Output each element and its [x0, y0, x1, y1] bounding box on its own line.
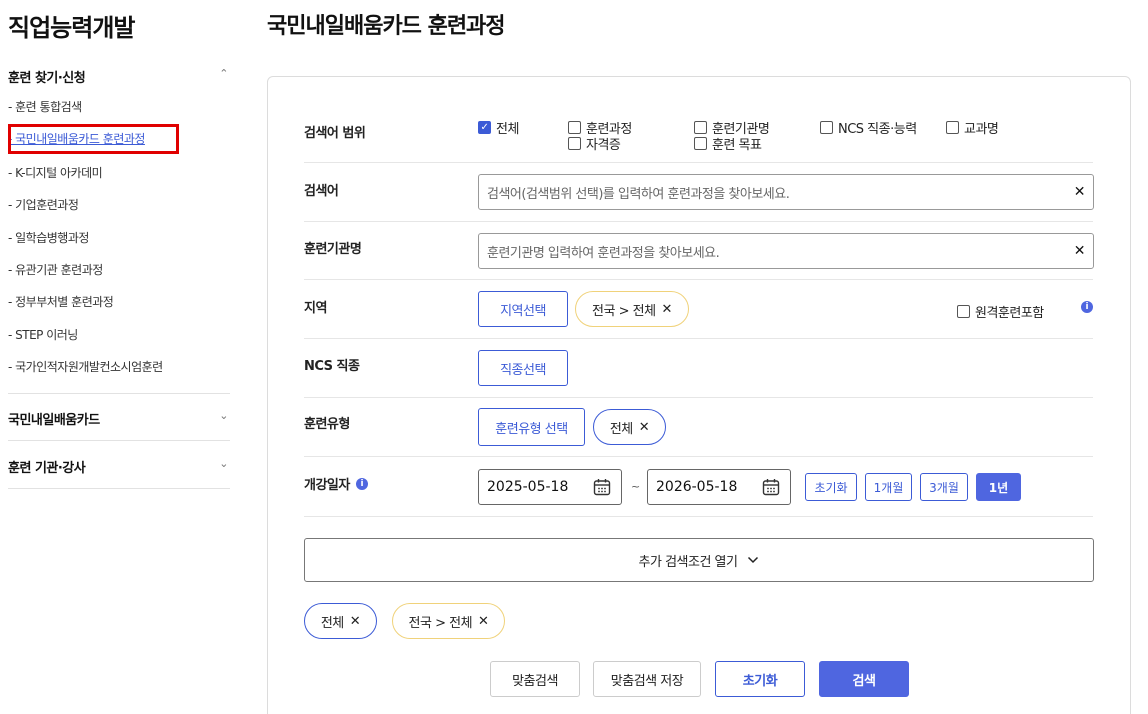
- page-title: 국민내일배움카드 훈련과정: [267, 14, 506, 39]
- type-select-button[interactable]: 훈련유형 선택: [478, 408, 585, 446]
- close-icon[interactable]: ✕: [639, 420, 650, 435]
- keyword-input[interactable]: 검색어(검색범위 선택)를 입력하여 훈련과정을 찾아보세요. ✕: [478, 174, 1094, 210]
- scope-option-label: 훈련 목표: [712, 138, 762, 153]
- row-divider: [304, 162, 1093, 163]
- period-reset-button[interactable]: 초기화: [805, 473, 857, 501]
- region-select-button[interactable]: 지역선택: [478, 291, 568, 327]
- clear-icon[interactable]: ✕: [1074, 243, 1086, 259]
- checkbox-icon: [568, 137, 581, 150]
- selected-chip-type[interactable]: 전체 ✕: [304, 603, 377, 639]
- sidebar-item-step[interactable]: - STEP 이러닝: [8, 326, 78, 343]
- sidebar-item-work-study[interactable]: - 일학습병행과정: [8, 229, 89, 246]
- info-icon[interactable]: i: [355, 477, 368, 490]
- sidebar-item-k-digital[interactable]: - K-디지털 아카데미: [8, 164, 103, 181]
- sidebar-item-integrated-search[interactable]: - 훈련 통합검색: [8, 98, 82, 115]
- sidebar-section-label: 훈련 찾기·신청: [8, 71, 86, 86]
- type-chip[interactable]: 전체 ✕: [593, 409, 666, 445]
- highlight-box: [8, 124, 179, 154]
- checkbox-icon: [694, 137, 707, 150]
- checkbox-icon: [568, 121, 581, 134]
- row-divider: [304, 338, 1093, 339]
- checkbox-icon: [694, 121, 707, 134]
- custom-search-button[interactable]: 맞춤검색: [490, 661, 580, 697]
- calendar-icon[interactable]: [593, 478, 611, 496]
- institution-label: 훈련기관명: [304, 242, 362, 257]
- sidebar-item-ministry[interactable]: - 정부부처별 훈련과정: [8, 293, 114, 310]
- scope-option-label: 교과명: [964, 122, 999, 137]
- sidebar-divider: [8, 440, 230, 441]
- sidebar-section-institution[interactable]: 훈련 기관·강사 ⌄: [8, 457, 230, 476]
- scope-checkbox-goal[interactable]: 훈련 목표: [694, 134, 762, 153]
- institution-input[interactable]: 훈련기관명 입력하여 훈련과정을 찾아보세요. ✕: [478, 233, 1094, 269]
- reset-button[interactable]: 초기화: [715, 661, 805, 697]
- scope-option-label: 전체: [496, 122, 519, 137]
- period-1year-button[interactable]: 1년: [976, 473, 1021, 501]
- chevron-down-icon: ⌄: [219, 409, 228, 422]
- more-conditions-label: 추가 검색조건 열기: [638, 554, 738, 570]
- period-3month-button[interactable]: 3개월: [920, 473, 968, 501]
- chevron-down-icon: ⌄: [219, 457, 228, 470]
- scope-checkbox-subject[interactable]: 교과명: [946, 118, 999, 137]
- checkbox-icon: [957, 305, 970, 318]
- row-divider: [304, 516, 1093, 517]
- sidebar-section-training-search[interactable]: 훈련 찾기·신청 ⌃: [8, 67, 230, 86]
- scope-option-label: 자격증: [586, 138, 621, 153]
- sidebar-item-related-org[interactable]: - 유관기관 훈련과정: [8, 261, 103, 278]
- sidebar-title: 직업능력개발: [8, 14, 135, 42]
- calendar-icon[interactable]: [762, 478, 780, 496]
- chevron-up-icon: ⌃: [219, 67, 228, 80]
- close-icon[interactable]: ✕: [350, 614, 361, 629]
- row-divider: [304, 456, 1093, 457]
- date-end-input[interactable]: 2026-05-18: [647, 469, 791, 505]
- date-end-value: 2026-05-18: [656, 479, 738, 495]
- date-label-row: 개강일자 i: [304, 474, 368, 493]
- scope-checkbox-ncs[interactable]: NCS 직종·능력: [820, 118, 917, 137]
- sidebar-section-label: 국민내일배움카드: [8, 413, 100, 428]
- remote-checkbox[interactable]: 원격훈련포함: [957, 302, 1044, 321]
- region-chip-label: 전국 > 전체: [592, 303, 656, 319]
- sidebar-divider: [8, 393, 230, 394]
- scope-label: 검색어 범위: [304, 126, 366, 141]
- type-label: 훈련유형: [304, 417, 350, 432]
- checkbox-icon: [820, 121, 833, 134]
- date-start-input[interactable]: 2025-05-18: [478, 469, 622, 505]
- sidebar-divider: [8, 488, 230, 489]
- selected-chip-label: 전체: [320, 615, 344, 631]
- date-label: 개강일자: [304, 478, 350, 493]
- row-divider: [304, 397, 1093, 398]
- date-start-value: 2025-05-18: [487, 479, 569, 495]
- sidebar-item-consortium[interactable]: - 국가인적자원개발컨소시엄훈련: [8, 358, 163, 375]
- chevron-down-icon: [748, 556, 759, 564]
- keyword-placeholder: 검색어(검색범위 선택)를 입력하여 훈련과정을 찾아보세요.: [487, 186, 790, 202]
- save-custom-search-button[interactable]: 맞춤검색 저장: [593, 661, 701, 697]
- ncs-label: NCS 직종: [304, 359, 360, 374]
- more-conditions-button[interactable]: 추가 검색조건 열기: [304, 538, 1094, 582]
- sidebar-item-company[interactable]: - 기업훈련과정: [8, 196, 79, 213]
- checkbox-icon: [946, 121, 959, 134]
- clear-icon[interactable]: ✕: [1074, 184, 1086, 200]
- keyword-label: 검색어: [304, 184, 339, 199]
- close-icon[interactable]: ✕: [662, 302, 673, 317]
- row-divider: [304, 279, 1093, 280]
- period-1month-button[interactable]: 1개월: [865, 473, 912, 501]
- sidebar-section-label: 훈련 기관·강사: [8, 461, 86, 476]
- sidebar-section-card[interactable]: 국민내일배움카드 ⌄: [8, 409, 230, 428]
- info-icon[interactable]: i: [1081, 301, 1093, 313]
- region-chip[interactable]: 전국 > 전체 ✕: [575, 291, 689, 327]
- date-separator: ~: [631, 480, 641, 493]
- remote-label: 원격훈련포함: [975, 306, 1044, 321]
- selected-chip-label: 전국 > 전체: [408, 615, 473, 631]
- scope-checkbox-certificate[interactable]: 자격증: [568, 134, 621, 153]
- scope-checkbox-all[interactable]: ✓ 전체: [478, 118, 519, 137]
- row-divider: [304, 221, 1093, 222]
- search-button[interactable]: 검색: [819, 661, 909, 697]
- type-chip-label: 전체: [609, 421, 633, 437]
- scope-option-label: NCS 직종·능력: [838, 122, 917, 137]
- checkbox-checked-icon: ✓: [478, 121, 491, 134]
- institution-placeholder: 훈련기관명 입력하여 훈련과정을 찾아보세요.: [487, 245, 720, 261]
- close-icon[interactable]: ✕: [478, 614, 489, 629]
- ncs-select-button[interactable]: 직종선택: [478, 350, 568, 386]
- region-label: 지역: [304, 301, 327, 316]
- selected-chip-region[interactable]: 전국 > 전체 ✕: [392, 603, 505, 639]
